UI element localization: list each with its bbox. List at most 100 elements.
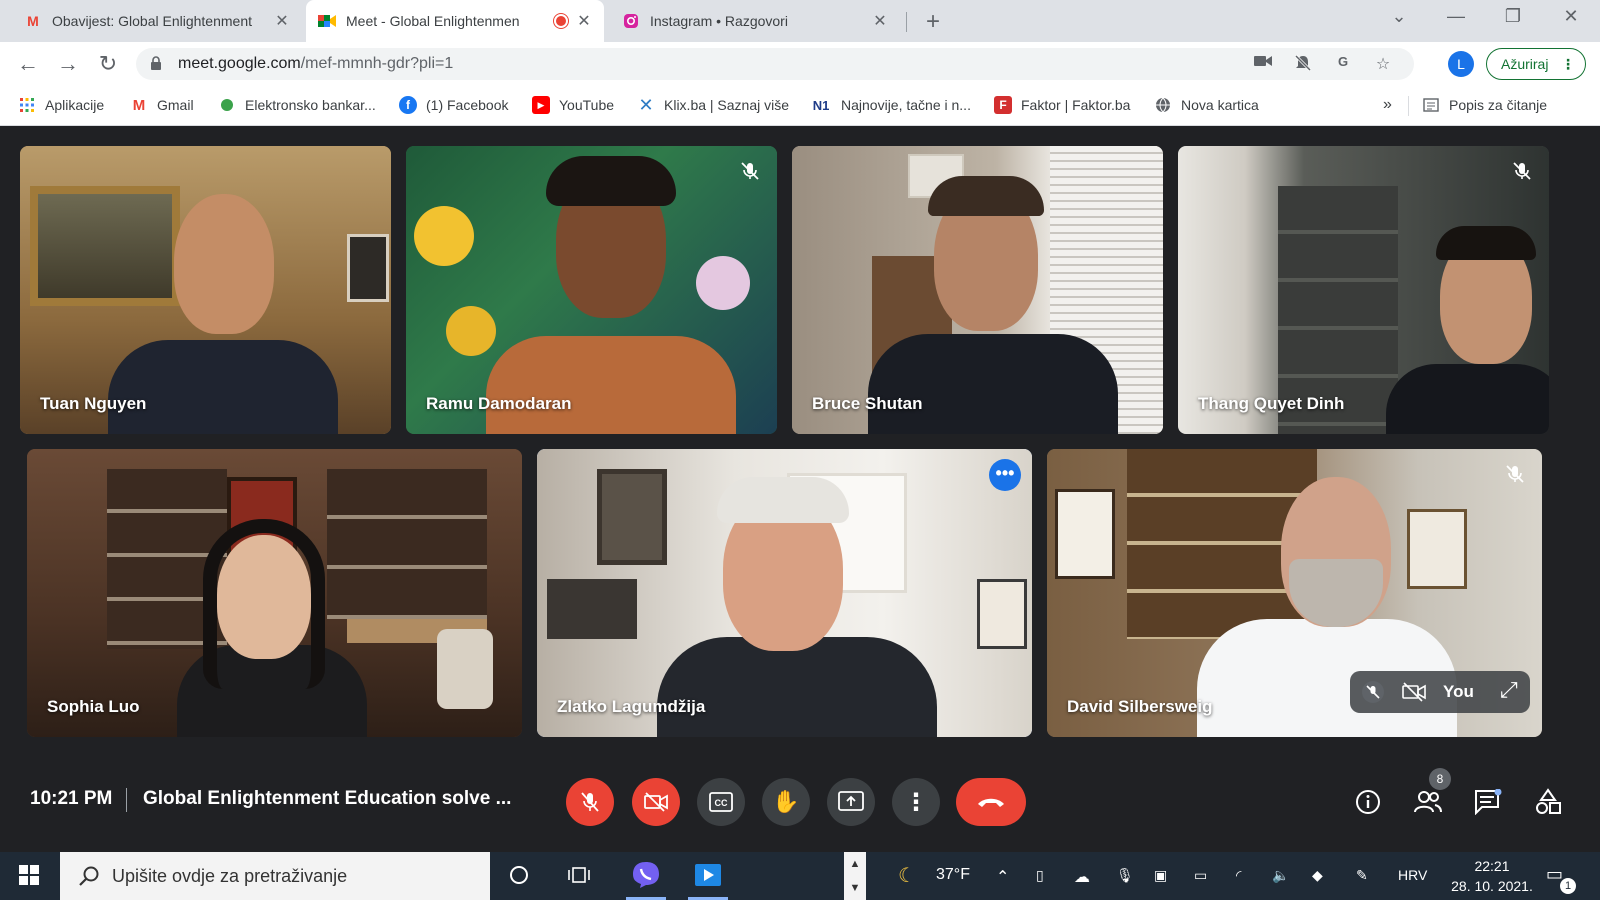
wall-diploma	[1055, 489, 1115, 579]
self-view-pill[interactable]: You ⤢	[1350, 671, 1530, 713]
volume-icon[interactable]: 🔈	[1272, 867, 1289, 884]
participant-name: Bruce Shutan	[812, 394, 923, 413]
more-vert-icon: ⋮	[1561, 56, 1575, 72]
tab-divider	[906, 12, 907, 32]
participant-tile[interactable]: Thang Quyet Dinh	[1178, 146, 1549, 434]
gmail-icon: M	[27, 13, 39, 29]
reading-list-icon	[1422, 96, 1440, 114]
tab-search-chevron-icon[interactable]: ⌄	[1384, 6, 1414, 27]
bookmark-klix[interactable]: ✕ Klix.ba | Saznaj više	[637, 94, 789, 115]
display-tray-icon[interactable]: ▣	[1154, 867, 1167, 884]
participants-button[interactable]	[1412, 786, 1444, 818]
media-player-app-icon[interactable]	[692, 860, 724, 892]
taskbar-date[interactable]: 28. 10. 2021.	[1444, 878, 1540, 894]
painting-frame	[30, 186, 180, 306]
update-browser-button[interactable]: Ažuriraj ⋮	[1486, 48, 1586, 80]
camera-in-use-icon[interactable]	[1252, 54, 1274, 74]
windows-start-icon[interactable]	[16, 864, 42, 890]
close-window-icon[interactable]: ✕	[1556, 6, 1586, 27]
viber-app-icon[interactable]	[630, 860, 662, 892]
participant-tile[interactable]: Bruce Shutan	[792, 146, 1163, 434]
participant-hair	[928, 176, 1044, 216]
chat-button[interactable]	[1472, 786, 1504, 818]
participant-tile[interactable]: Sophia Luo	[27, 449, 522, 737]
microphone-tray-icon[interactable]: 🎙	[1116, 867, 1134, 884]
task-view-icon[interactable]	[566, 864, 592, 890]
bookmark-youtube[interactable]: ▶ YouTube	[532, 96, 614, 114]
taskbar-time[interactable]: 22:21	[1444, 858, 1540, 874]
bookmark-facebook[interactable]: f (1) Facebook	[399, 96, 508, 114]
flower-decoration	[414, 206, 474, 266]
raise-hand-button[interactable]: ✋	[762, 778, 810, 826]
address-bar[interactable]: meet.google.com/mef-mmnh-gdr?pli=1 G ☆	[136, 48, 1414, 80]
tab-meet[interactable]: Meet - Global Enlightenmen ✕	[306, 0, 604, 42]
participant-tile[interactable]: Tuan Nguyen	[20, 146, 391, 434]
mic-off-icon	[581, 792, 599, 812]
forward-arrow-icon[interactable]: →	[54, 50, 82, 78]
bookmark-label: Najnovije, tačne i n...	[841, 97, 971, 113]
participant-hair	[203, 519, 325, 689]
onedrive-cloud-icon[interactable]: ☁	[1074, 867, 1090, 887]
participant-tile[interactable]: You ⤢ David Silbersweig	[1047, 449, 1542, 737]
bookmark-bank[interactable]: Elektronsko bankar...	[218, 96, 376, 114]
participant-tile[interactable]: ••• Zlatko Lagumdžija	[537, 449, 1032, 737]
bookmark-apps[interactable]: Aplikacije	[18, 96, 104, 114]
bookmarks-overflow-button[interactable]: »	[1383, 96, 1392, 114]
end-call-icon	[978, 798, 1004, 807]
notifications-blocked-icon[interactable]	[1292, 54, 1314, 74]
captions-button[interactable]: CC	[697, 778, 745, 826]
pen-tray-icon[interactable]: ✎	[1356, 867, 1368, 884]
participant-face	[174, 194, 274, 334]
expand-icon[interactable]: ⤢	[1500, 677, 1518, 703]
bookmark-label: (1) Facebook	[426, 97, 509, 113]
weather-temperature[interactable]: 37°F	[936, 866, 970, 884]
bookmark-label: YouTube	[559, 97, 615, 113]
more-options-icon[interactable]: •••	[989, 459, 1021, 491]
cortana-icon[interactable]	[506, 864, 532, 890]
bookmark-new-tab[interactable]: Nova kartica	[1154, 96, 1259, 114]
new-tab-button[interactable]: +	[920, 8, 946, 36]
bookmark-n1[interactable]: N1 Najnovije, tačne i n...	[810, 96, 971, 114]
mic-off-icon	[741, 162, 759, 180]
meeting-title[interactable]: Global Enlightenment Education solve ...	[143, 788, 511, 810]
search-placeholder: Upišite ovdje za pretraživanje	[112, 865, 348, 886]
camera-toggle-button[interactable]	[632, 778, 680, 826]
camera-off-icon	[1402, 682, 1426, 702]
translate-icon[interactable]: G	[1332, 54, 1354, 74]
hand-icon: ✋	[772, 789, 800, 814]
reload-icon[interactable]: ↻	[94, 50, 122, 78]
taskbar-search-box[interactable]: Upišite ovdje za pretraživanje	[60, 852, 490, 900]
mic-toggle-button[interactable]	[566, 778, 614, 826]
participant-tile[interactable]: Ramu Damodaran	[406, 146, 777, 434]
klix-icon: ✕	[638, 94, 654, 115]
bookmark-faktor[interactable]: F Faktor | Faktor.ba	[994, 96, 1130, 114]
reading-list-button[interactable]: Popis za čitanje	[1422, 96, 1547, 114]
restore-icon[interactable]: ❐	[1498, 6, 1528, 27]
tab-gmail[interactable]: M Obavijest: Global Enlightenment ✕	[12, 0, 302, 42]
dropbox-icon[interactable]: ◆	[1312, 867, 1323, 884]
more-options-button[interactable]: ⋮	[892, 778, 940, 826]
meeting-details-button[interactable]	[1352, 786, 1384, 818]
battery-icon[interactable]: ▭	[1194, 867, 1207, 884]
bookmark-star-icon[interactable]: ☆	[1372, 54, 1394, 74]
minimize-icon[interactable]: —	[1441, 6, 1471, 27]
profile-avatar[interactable]: L	[1448, 51, 1474, 77]
close-tab-icon[interactable]: ✕	[576, 11, 592, 31]
activities-button[interactable]	[1532, 786, 1564, 818]
back-arrow-icon[interactable]: ←	[14, 50, 42, 78]
close-tab-icon[interactable]: ✕	[274, 11, 290, 31]
close-tab-icon[interactable]: ✕	[872, 11, 888, 31]
show-hidden-icons-icon[interactable]: ⌃	[996, 867, 1009, 887]
input-language[interactable]: HRV	[1398, 867, 1427, 883]
instagram-icon	[622, 12, 640, 30]
wifi-icon[interactable]: ◜	[1236, 867, 1241, 884]
bookmark-gmail[interactable]: M Gmail	[130, 96, 194, 114]
present-screen-button[interactable]	[827, 778, 875, 826]
leave-call-button[interactable]	[956, 778, 1026, 826]
taskbar-scroll-arrows[interactable]: ▲ ▼	[844, 852, 866, 900]
lock-icon	[151, 56, 161, 70]
phone-link-icon[interactable]: ▯	[1036, 867, 1044, 884]
participant-body	[486, 336, 736, 434]
tab-instagram[interactable]: Instagram • Razgovori ✕	[610, 0, 900, 42]
bookmarks-bar: Aplikacije M Gmail Elektronsko bankar... …	[0, 86, 1600, 126]
